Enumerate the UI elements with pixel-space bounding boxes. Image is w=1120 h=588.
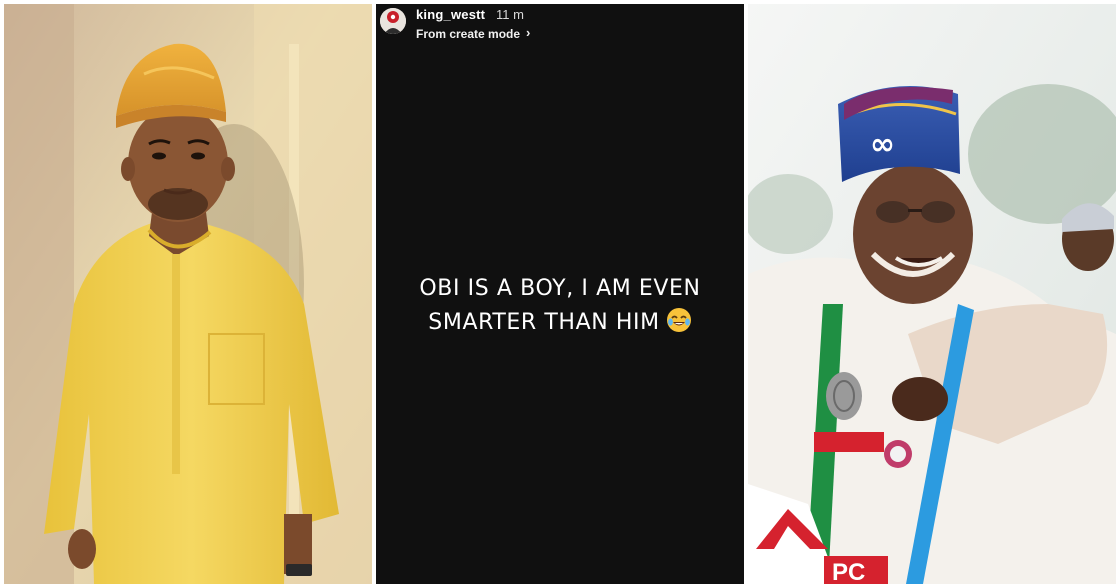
face-with-tears-of-joy-icon — [666, 308, 691, 332]
story-username[interactable]: king_westt — [416, 7, 485, 22]
story-timestamp: 11 m — [496, 7, 524, 22]
photo-right-elder-man: ∞ PC — [748, 4, 1116, 584]
story-screenshot: king_westt 11 m From create mode › OBI I… — [376, 4, 744, 584]
photo-left-young-man — [4, 4, 372, 584]
podium-text: PC — [832, 559, 865, 584]
young-man-illustration — [4, 4, 372, 584]
story-caption-line-2: SMARTER THAN HIM — [376, 306, 744, 340]
create-mode-link[interactable]: From create mode › — [416, 25, 531, 41]
story-header: king_westt 11 m From create mode › — [376, 4, 744, 48]
create-mode-label: From create mode — [416, 26, 521, 41]
story-caption: OBI IS A BOY, I AM EVEN SMARTER THAN HIM — [376, 272, 744, 340]
story-caption-line-1: OBI IS A BOY, I AM EVEN — [419, 276, 701, 301]
chevron-right-icon: › — [526, 25, 531, 40]
image-collage: king_westt 11 m From create mode › OBI I… — [0, 0, 1120, 588]
avatar-icon — [380, 8, 406, 34]
story-caption-line-2-text: SMARTER THAN HIM — [428, 310, 660, 335]
svg-text:∞: ∞ — [870, 127, 895, 162]
elder-man-illustration: ∞ PC — [748, 4, 1116, 584]
user-avatar[interactable] — [380, 8, 406, 34]
